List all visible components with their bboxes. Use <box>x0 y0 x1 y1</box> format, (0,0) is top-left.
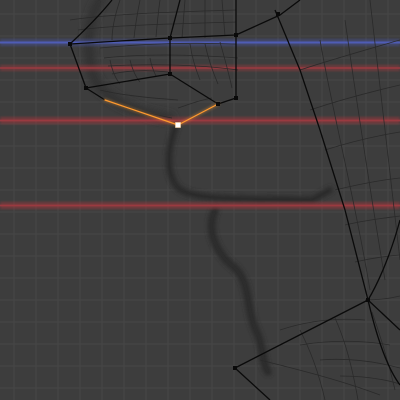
3d-viewport[interactable] <box>0 0 400 400</box>
viewport-canvas[interactable] <box>0 0 400 400</box>
vertex[interactable] <box>168 72 172 76</box>
vertex[interactable] <box>84 86 88 90</box>
vertex[interactable] <box>168 36 172 40</box>
viewport-background <box>0 0 400 400</box>
vertex[interactable] <box>234 33 238 37</box>
vertex[interactable] <box>233 366 237 370</box>
vertex[interactable] <box>68 42 72 46</box>
vertex[interactable] <box>216 102 220 106</box>
selected-vertex[interactable] <box>175 122 181 128</box>
vertex[interactable] <box>234 96 238 100</box>
vertex[interactable] <box>366 298 370 302</box>
